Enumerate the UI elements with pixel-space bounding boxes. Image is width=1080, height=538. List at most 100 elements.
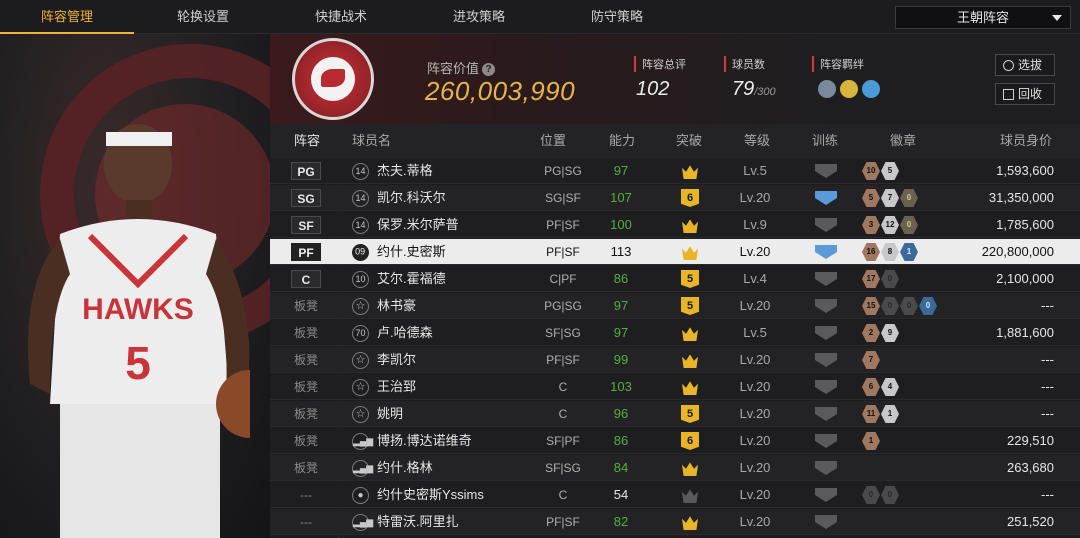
badge-group[interactable]: 3 12 0 — [862, 216, 918, 234]
help-icon[interactable]: ? — [482, 63, 496, 76]
slot-badge[interactable]: PF — [291, 243, 321, 261]
table-row[interactable]: 板凳 ▂▄▆ 博扬.博达诺维奇 SF|PF 86 6 Lv.20 1 229,510 — [270, 428, 1080, 454]
tab-defense-strategy[interactable]: 防守策略 — [548, 0, 686, 34]
training-shield-icon[interactable] — [815, 299, 837, 313]
crown-icon[interactable] — [682, 354, 698, 368]
crown-icon[interactable] — [682, 246, 698, 260]
training-shield-icon[interactable] — [815, 164, 837, 178]
training-shield-icon[interactable] — [815, 515, 837, 529]
training-shield-icon[interactable] — [815, 245, 837, 259]
training-shield-icon[interactable] — [815, 434, 837, 448]
col-header-position[interactable]: 位置 — [540, 124, 566, 158]
bond-people-icon[interactable] — [840, 80, 858, 98]
scout-button[interactable]: 选拔 — [995, 54, 1055, 76]
player-name[interactable]: 艾尔.霍福德 — [377, 266, 446, 292]
crown-icon[interactable] — [682, 219, 698, 233]
badge-group[interactable]: 29 — [862, 324, 899, 342]
bond-people-icon[interactable] — [862, 80, 880, 98]
training-shield-icon[interactable] — [815, 326, 837, 340]
slot-label[interactable]: --- — [284, 509, 328, 535]
breakthrough-level-badge[interactable]: 5 — [681, 405, 699, 423]
tab-quick-tactics[interactable]: 快捷战术 — [272, 0, 410, 34]
table-row[interactable]: 板凳 ☆ 姚明 C 96 5 Lv.20 11 1 --- — [270, 401, 1080, 427]
training-shield-icon[interactable] — [815, 353, 837, 367]
slot-label[interactable]: 板凳 — [284, 428, 328, 454]
col-header-breakthrough[interactable]: 突破 — [676, 124, 702, 158]
slot-label[interactable]: 板凳 — [284, 293, 328, 319]
table-row[interactable]: 板凳 ☆ 林书豪 PG|SG 97 5 Lv.20 15 0 0 0 --- — [270, 293, 1080, 319]
breakthrough-level-badge[interactable]: 6 — [681, 432, 699, 450]
training-shield-icon[interactable] — [815, 218, 837, 232]
player-name[interactable]: 特雷沃.阿里扎 — [377, 509, 459, 535]
badge-group[interactable]: 64 — [862, 378, 899, 396]
col-header-level[interactable]: 等级 — [744, 124, 770, 158]
badge-group[interactable]: 1 — [862, 432, 880, 450]
player-name[interactable]: 博扬.博达诺维奇 — [377, 428, 472, 454]
tab-offense-strategy[interactable]: 进攻策略 — [410, 0, 548, 34]
training-shield-icon[interactable] — [815, 191, 837, 205]
slot-label[interactable]: 板凳 — [284, 347, 328, 373]
slot-badge[interactable]: SF — [291, 216, 321, 234]
table-row[interactable]: 板凳 ▂▄▆ 约什.格林 SF|SG 84 Lv.20 263,680 — [270, 455, 1080, 481]
player-name[interactable]: 保罗.米尔萨普 — [377, 212, 459, 238]
slot-label[interactable]: 板凳 — [284, 374, 328, 400]
crown-icon[interactable] — [682, 381, 698, 395]
table-row[interactable]: --- ● 约什史密斯Yssims C 54 Lv.20 0 0 --- — [270, 482, 1080, 508]
training-shield-icon[interactable] — [815, 461, 837, 475]
lineup-dropdown[interactable]: 王朝阵容 — [895, 6, 1071, 29]
player-name[interactable]: 卢.哈德森 — [377, 320, 433, 346]
crown-icon[interactable] — [682, 489, 698, 503]
slot-badge[interactable]: SG — [291, 189, 321, 207]
player-name[interactable]: 杰夫.蒂格 — [377, 158, 433, 184]
slot-label[interactable]: 板凳 — [284, 401, 328, 427]
tab-rotation-settings[interactable]: 轮换设置 — [134, 0, 272, 34]
slot-label[interactable]: 板凳 — [284, 455, 328, 481]
player-name[interactable]: 约什.格林 — [377, 455, 433, 481]
breakthrough-level-badge[interactable]: 5 — [681, 270, 699, 288]
slot-label[interactable]: 板凳 — [284, 320, 328, 346]
player-name[interactable]: 王治郅 — [377, 374, 416, 400]
training-shield-icon[interactable] — [815, 380, 837, 394]
col-header-slot[interactable]: 阵容 — [294, 124, 320, 158]
col-header-name[interactable]: 球员名 — [352, 124, 391, 158]
table-row[interactable]: 板凳 ☆ 李凯尔 PF|SF 99 Lv.20 7 --- — [270, 347, 1080, 373]
badge-group[interactable]: 7 — [862, 351, 880, 369]
training-shield-icon[interactable] — [815, 272, 837, 286]
table-row[interactable]: 板凳 ☆ 王治郅 C 103 Lv.20 6 4 --- — [270, 374, 1080, 400]
col-header-value[interactable]: 球员身价 — [1000, 124, 1052, 158]
slot-badge[interactable]: C — [291, 270, 321, 288]
breakthrough-level-badge[interactable]: 5 — [681, 297, 699, 315]
crown-icon[interactable] — [682, 462, 698, 476]
player-name[interactable]: 林书豪 — [377, 293, 416, 319]
crown-icon[interactable] — [682, 165, 698, 179]
crown-icon[interactable] — [682, 327, 698, 341]
slot-label[interactable]: --- — [284, 482, 328, 508]
player-name[interactable]: 约什.史密斯 — [377, 239, 446, 265]
player-name[interactable]: 约什史密斯Yssims — [377, 482, 484, 508]
table-row[interactable]: C 10 艾尔.霍福德 C|PF 86 5 Lv.4 17 0 2,100,000 — [270, 266, 1080, 292]
badge-group[interactable]: 10 5 — [862, 162, 899, 180]
training-shield-icon[interactable] — [815, 488, 837, 502]
col-header-ability[interactable]: 能力 — [609, 124, 635, 158]
badge-group[interactable]: 16 8 1 — [862, 243, 918, 261]
badge-group[interactable]: 17 0 — [862, 270, 899, 288]
col-header-training[interactable]: 训练 — [812, 124, 838, 158]
table-row[interactable]: --- ▂▄▆ 特雷沃.阿里扎 PF|SF 82 Lv.20 251,520 — [270, 509, 1080, 535]
slot-badge[interactable]: PG — [291, 162, 321, 180]
col-header-badges[interactable]: 徽章 — [890, 124, 916, 158]
badge-group[interactable]: 15 0 0 0 — [862, 297, 937, 315]
player-name[interactable]: 姚明 — [377, 401, 403, 427]
table-row[interactable]: PG 14 杰夫.蒂格 PG|SG 97 Lv.5 10 5 1,593,600 — [270, 158, 1080, 184]
crown-icon[interactable] — [682, 516, 698, 530]
tab-lineup-management[interactable]: 阵容管理 — [0, 0, 134, 34]
recycle-button[interactable]: 回收 — [995, 83, 1055, 105]
bond-people-icon[interactable] — [818, 80, 836, 98]
player-name[interactable]: 李凯尔 — [377, 347, 416, 373]
training-shield-icon[interactable] — [815, 407, 837, 421]
table-row[interactable]: SF 14 保罗.米尔萨普 PF|SF 100 Lv.9 3 12 0 1,785,600 — [270, 212, 1080, 238]
table-row[interactable]: PF 09 约什.史密斯 PF|SF 113 Lv.20 16 8 1 220,800,000 — [270, 239, 1080, 265]
badge-group[interactable]: 570 — [862, 189, 918, 207]
breakthrough-level-badge[interactable]: 6 — [681, 189, 699, 207]
player-name[interactable]: 凯尔.科沃尔 — [377, 185, 446, 211]
table-row[interactable]: SG 14 凯尔.科沃尔 SG|SF 107 6 Lv.20 5 7 0 31,350,000 — [270, 185, 1080, 211]
